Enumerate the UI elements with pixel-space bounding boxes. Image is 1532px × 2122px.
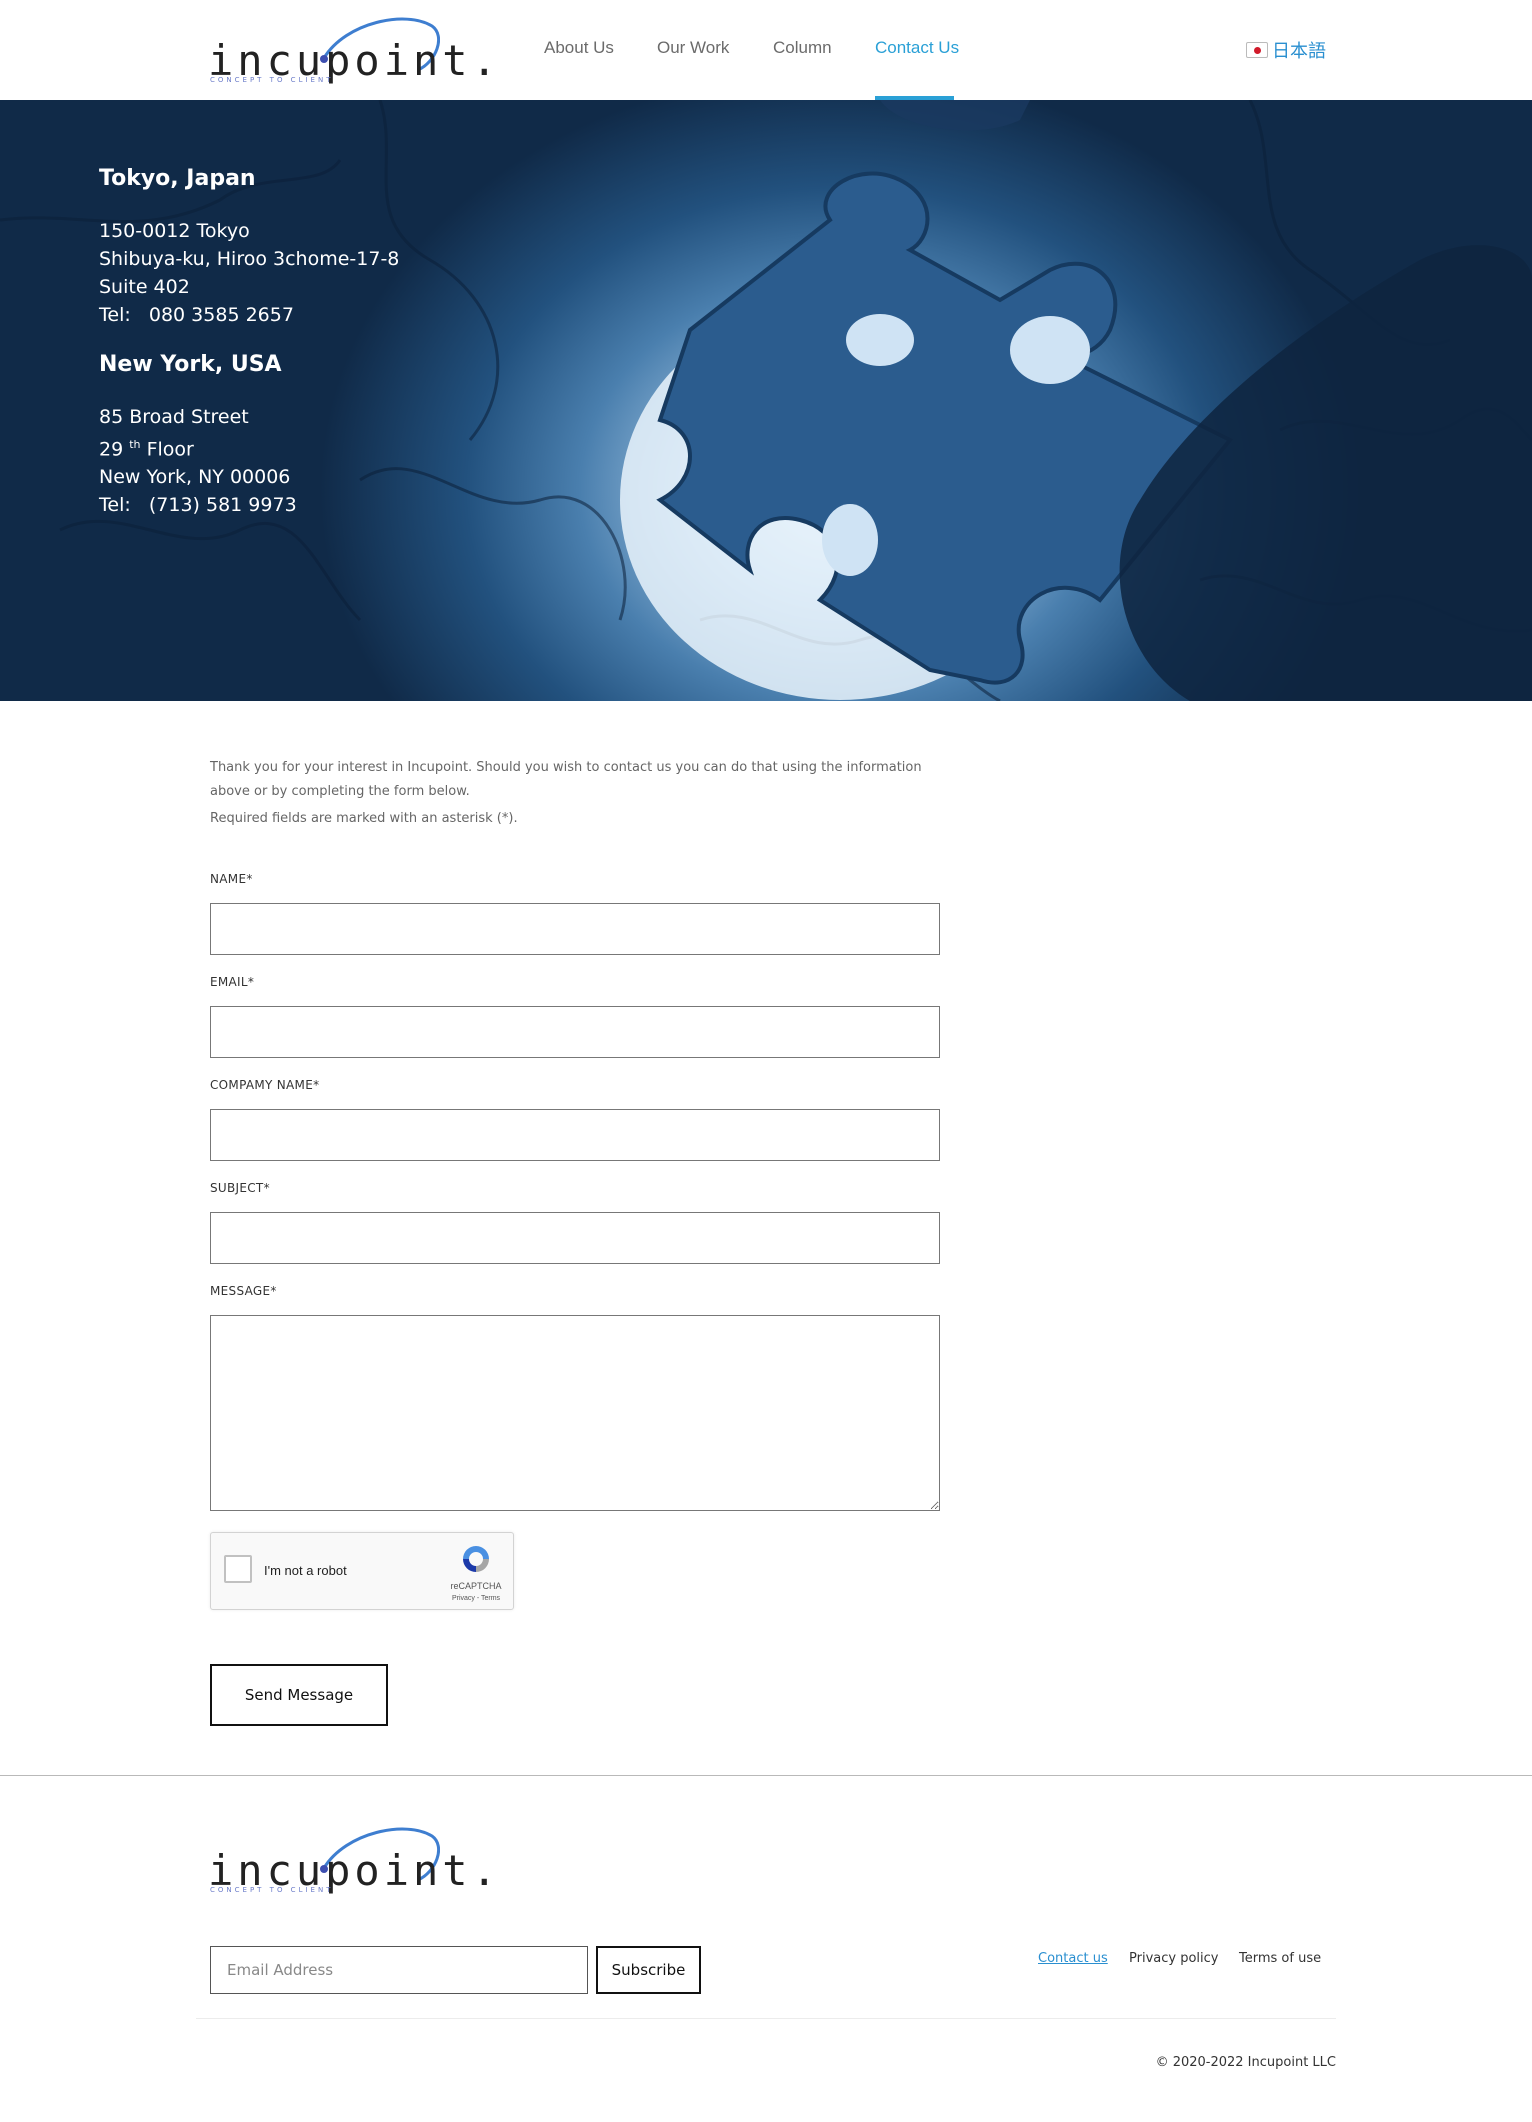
email-field[interactable] — [210, 1006, 940, 1058]
message-field[interactable] — [210, 1315, 940, 1511]
footer-divider — [0, 1775, 1532, 1776]
company-name-field[interactable] — [210, 1109, 940, 1161]
footer-link-terms-of-use[interactable]: Terms of use — [1239, 1951, 1321, 1966]
office-tokyo-title: Tokyo, Japan — [99, 166, 256, 191]
contact-intro: Thank you for your interest in Incupoint… — [210, 760, 922, 799]
recaptcha-checkbox[interactable] — [224, 1555, 252, 1583]
office-tokyo-line2: Shibuya-ku, Hiroo 3chome-17-8 — [99, 248, 400, 270]
company-name-label: COMPAMY NAME* — [210, 1078, 320, 1092]
office-newyork-line3: New York, NY 00006 — [99, 466, 291, 489]
nav-column[interactable]: Column — [773, 38, 832, 58]
office-tokyo-line3: Suite 402 — [99, 276, 190, 298]
site-header: incupoint. CONCEPT TO CLIENT About Us Ou… — [0, 0, 1532, 100]
nav-about-us[interactable]: About Us — [544, 38, 614, 58]
office-newyork-title: New York, USA — [99, 352, 282, 377]
email-label: EMAIL* — [210, 975, 255, 989]
floor-word: Floor — [146, 438, 194, 461]
footer-separator — [196, 2018, 1336, 2019]
required-note: Required fields are marked with an aster… — [210, 811, 518, 826]
office-tokyo-line1: 150-0012 Tokyo — [99, 220, 250, 242]
language-switch[interactable]: 日本語 — [1246, 37, 1326, 63]
site-logo[interactable]: incupoint. CONCEPT TO CLIENT — [206, 12, 497, 88]
tel-label: Tel: — [99, 494, 131, 517]
floor-ordinal: th — [129, 438, 141, 451]
language-label: 日本語 — [1272, 41, 1326, 62]
office-newyork-floor: 29 th Floor — [99, 431, 297, 463]
copyright: © 2020-2022 Incupoint LLC — [1155, 2055, 1336, 2070]
name-label: NAME* — [210, 872, 253, 886]
message-label: MESSAGE* — [210, 1284, 277, 1298]
japan-flag-icon — [1246, 42, 1268, 58]
nav-contact-us[interactable]: Contact Us — [875, 38, 959, 58]
subscribe-button[interactable]: Subscribe — [596, 1946, 701, 1994]
subject-field[interactable] — [210, 1212, 940, 1264]
recaptcha-brand: reCAPTCHA — [450, 1581, 502, 1591]
subject-label: SUBJECT* — [210, 1181, 270, 1195]
newsletter-email-input[interactable] — [210, 1946, 588, 1994]
recaptcha-logo-icon — [463, 1546, 489, 1572]
hero-banner: Tokyo, Japan 150-0012 Tokyo Shibuya-ku, … — [0, 100, 1532, 701]
office-tokyo-tel: Tel: 080 3585 2657 — [99, 301, 399, 329]
footer-logo-tagline: CONCEPT TO CLIENT — [210, 1886, 334, 1894]
office-newyork: New York, USA 85 Broad Street 29 th Floo… — [99, 352, 297, 519]
office-newyork-line1: 85 Broad Street — [99, 406, 249, 428]
tel-label: Tel: — [99, 304, 131, 326]
newyork-phone[interactable]: (713) 581 9973 — [149, 494, 297, 516]
recaptcha-widget: I'm not a robot reCAPTCHA Privacy - Term… — [210, 1532, 514, 1610]
floor-number: 29 — [99, 438, 124, 461]
footer-link-contact-us[interactable]: Contact us — [1038, 1951, 1108, 1966]
name-field[interactable] — [210, 903, 940, 955]
footer-logo[interactable]: incupoint. CONCEPT TO CLIENT — [206, 1822, 497, 1898]
send-message-button[interactable]: Send Message — [210, 1664, 388, 1726]
recaptcha-label: I'm not a robot — [264, 1563, 347, 1578]
logo-tagline: CONCEPT TO CLIENT — [210, 76, 334, 84]
office-newyork-tel: Tel: (713) 581 9973 — [99, 491, 297, 519]
tokyo-phone[interactable]: 080 3585 2657 — [149, 304, 294, 326]
nav-our-work[interactable]: Our Work — [657, 38, 729, 58]
recaptcha-terms-link[interactable]: Privacy - Terms — [441, 1595, 511, 1602]
footer-link-privacy-policy[interactable]: Privacy policy — [1129, 1951, 1218, 1966]
office-tokyo: Tokyo, Japan 150-0012 Tokyo Shibuya-ku, … — [99, 166, 399, 329]
